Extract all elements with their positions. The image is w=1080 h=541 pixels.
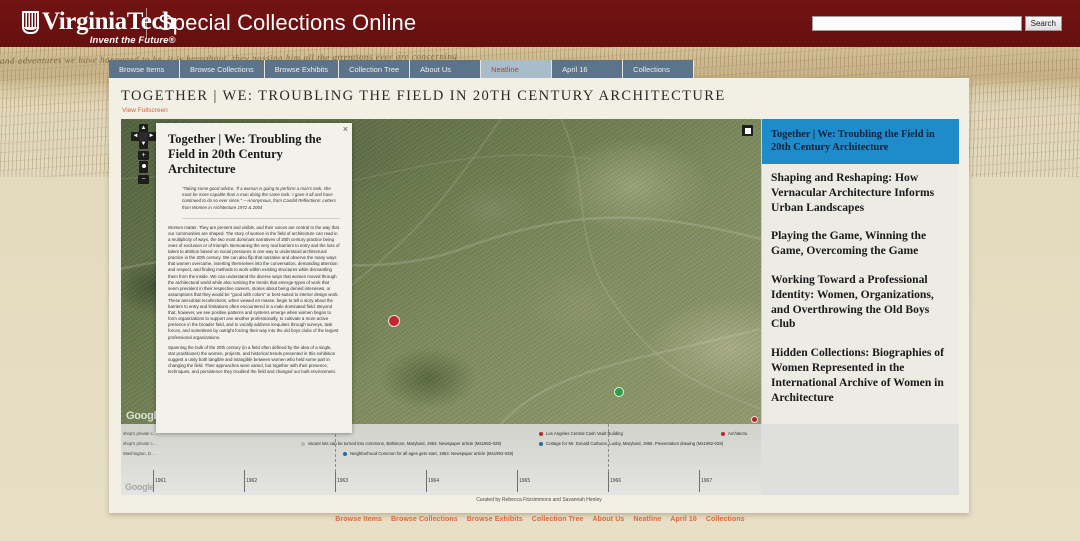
popup-paragraph: Spanning the bulk of the 20th century (i… [168, 344, 336, 374]
popup-quote: "Taking some good advice, 'If a woman is… [182, 186, 340, 219]
footer-link-neatline[interactable]: Neatline [633, 516, 661, 523]
virginia-tech-logo[interactable]: VirginiaTech Invent the Future® [22, 9, 176, 46]
marker-green[interactable] [614, 387, 624, 397]
footer-link-browse-collections[interactable]: Browse Collections [391, 516, 458, 523]
view-fullscreen-link[interactable]: View Fullscreen [122, 107, 168, 114]
timeline-year-tick: 1963 [335, 470, 348, 492]
nav-item-browse-exhibits[interactable]: Browse Exhibits [264, 60, 340, 78]
exhibit-section-item[interactable]: Hidden Collections: Biographies of Women… [762, 339, 959, 412]
exhibit-section-item[interactable]: Playing the Game, Winning the Game, Over… [762, 222, 959, 266]
header-divider [146, 8, 147, 39]
timeline-event-dot [721, 431, 725, 436]
timeline-attribution: Google [125, 482, 155, 492]
timeline-year-tick: 1965 [517, 470, 530, 492]
marker-red-small[interactable] [751, 416, 758, 423]
footer-link-browse-exhibits[interactable]: Browse Exhibits [467, 516, 523, 523]
map-controls: ▲ ▼ ◄ ► + − [131, 124, 156, 184]
timeline-dashed-guide [608, 424, 609, 472]
popup-title: Together | We: Troubling the Field in 20… [168, 132, 322, 176]
footer-navigation: Browse Items Browse Collections Browse Exh… [0, 516, 1080, 523]
exhibit-popup: × Together | We: Troubling the Field in … [156, 123, 352, 433]
footer-link-collection-tree[interactable]: Collection Tree [532, 516, 584, 523]
timeline-year-label: 1967 [701, 478, 713, 484]
timeline-event[interactable]: Architectu [721, 431, 747, 436]
popup-paragraph: Women matter. They are present and visib… [168, 224, 340, 340]
timeline-year-label: 1965 [519, 478, 531, 484]
map-pan-pad: ▲ ▼ ◄ ► [131, 124, 156, 149]
timeline-event-dot [343, 451, 347, 456]
timeline-event-dot [539, 431, 543, 436]
timeline-year-label: 1963 [337, 478, 349, 484]
footer-link-april-16[interactable]: April 16 [670, 516, 696, 523]
pan-right-icon[interactable]: ► [147, 132, 156, 141]
timeline-event[interactable]: vacant lots can be turned into commons, … [301, 441, 501, 446]
timeline-year-label: 1964 [428, 478, 440, 484]
pan-center-icon[interactable] [139, 132, 148, 141]
nav-item-about-us[interactable]: About Us [410, 60, 482, 78]
close-icon[interactable]: × [343, 125, 348, 134]
timeline-event-label: Architectu [728, 431, 748, 436]
search-input[interactable] [811, 16, 1022, 31]
page-title: TOGETHER | WE: TROUBLING THE FIELD IN 20… [121, 88, 726, 104]
zoom-slider[interactable] [139, 161, 148, 173]
nav-item-browse-items[interactable]: Browse Items [109, 60, 180, 78]
footer-link-browse-items[interactable]: Browse Items [335, 516, 382, 523]
site-title: Special Collections Online [158, 10, 417, 35]
timeline-event-label: Neighborhood Common for all ages gets st… [350, 451, 514, 456]
search-button[interactable]: Search [1024, 16, 1062, 31]
exhibit-section-item[interactable]: Shaping and Reshaping: How Vernacular Ar… [762, 164, 959, 222]
nav-item-collection-tree[interactable]: Collection Tree [339, 60, 411, 78]
marker-red-left[interactable] [388, 315, 400, 327]
neatline-timeline[interactable]: Google Los Angeles Central Cash Vault Bu… [121, 424, 761, 495]
timeline-event-truncated[interactable]: Washington, D… [123, 451, 155, 456]
pan-down-icon[interactable]: ▼ [139, 140, 148, 149]
timeline-event-label: Los Angeles Central Cash Vault Building [546, 431, 623, 436]
timeline-year-tick: 1966 [608, 470, 621, 492]
nav-item-neatline[interactable]: Neatline [481, 60, 553, 78]
timeline-event[interactable]: Los Angeles Central Cash Vault Building [539, 431, 623, 436]
site-header: VirginiaTech Invent the Future® Special … [0, 0, 1080, 47]
nav-item-browse-collections[interactable]: Browse Collections [180, 60, 265, 78]
content-panel: TOGETHER | WE: TROUBLING THE FIELD IN 20… [109, 78, 969, 513]
curated-by-credit: Curated by Rebecca Fitzsimmons and Savan… [476, 497, 602, 503]
neatline-exhibit: ▲ ▼ ◄ ► + − Google × Together | We: Trou… [121, 119, 959, 495]
timeline-event-label: vacant lots can be turned into commons, … [308, 441, 502, 446]
zoom-in-button[interactable]: + [138, 151, 149, 160]
map-layers-icon[interactable] [742, 125, 753, 136]
timeline-year-label: 1962 [246, 478, 258, 484]
exhibit-section-list: Together | We: Troubling the Field in 20… [761, 119, 959, 424]
exhibit-section-item[interactable]: Working Toward a Professional Identity: … [762, 266, 959, 339]
timeline-year-tick: 1964 [426, 470, 439, 492]
zoom-out-button[interactable]: − [138, 175, 149, 184]
timeline-event-dot [301, 441, 305, 446]
timeline-event[interactable]: Neighborhood Common for all ages gets st… [343, 451, 513, 456]
footer-link-about-us[interactable]: About Us [592, 516, 624, 523]
popup-body: Women matter. They are present and visib… [168, 225, 340, 375]
timeline-event-dot [539, 441, 543, 446]
exhibit-section-item[interactable]: Together | We: Troubling the Field in 20… [762, 119, 959, 164]
timeline-year-tick: 1961 [153, 470, 166, 492]
timeline-year-label: 1961 [155, 478, 167, 484]
brand-name: VirginiaTech [42, 8, 176, 35]
nav-item-april-16[interactable]: April 16 [552, 60, 624, 78]
timeline-event-truncated[interactable]: shop's private c… [123, 441, 157, 446]
brand-tagline: Invent the Future® [89, 35, 176, 46]
search-form: Search [811, 16, 1062, 31]
timeline-band [121, 424, 761, 495]
timeline-event-truncated[interactable]: shop's private c… [123, 431, 157, 436]
footer-link-collections[interactable]: Collections [706, 516, 745, 523]
timeline-event-label: Cottage for Mr. Donald Carbone, Lusby, M… [546, 441, 724, 446]
timeline-event[interactable]: Cottage for Mr. Donald Carbone, Lusby, M… [539, 441, 723, 446]
timeline-year-label: 1966 [610, 478, 622, 484]
timeline-year-tick: 1967 [699, 470, 712, 492]
main-navigation: Browse Items Browse Collections Browse Exh… [109, 60, 695, 78]
timeline-year-tick: 1962 [244, 470, 257, 492]
vt-shield-icon [22, 11, 39, 34]
nav-item-collections[interactable]: Collections [623, 60, 695, 78]
